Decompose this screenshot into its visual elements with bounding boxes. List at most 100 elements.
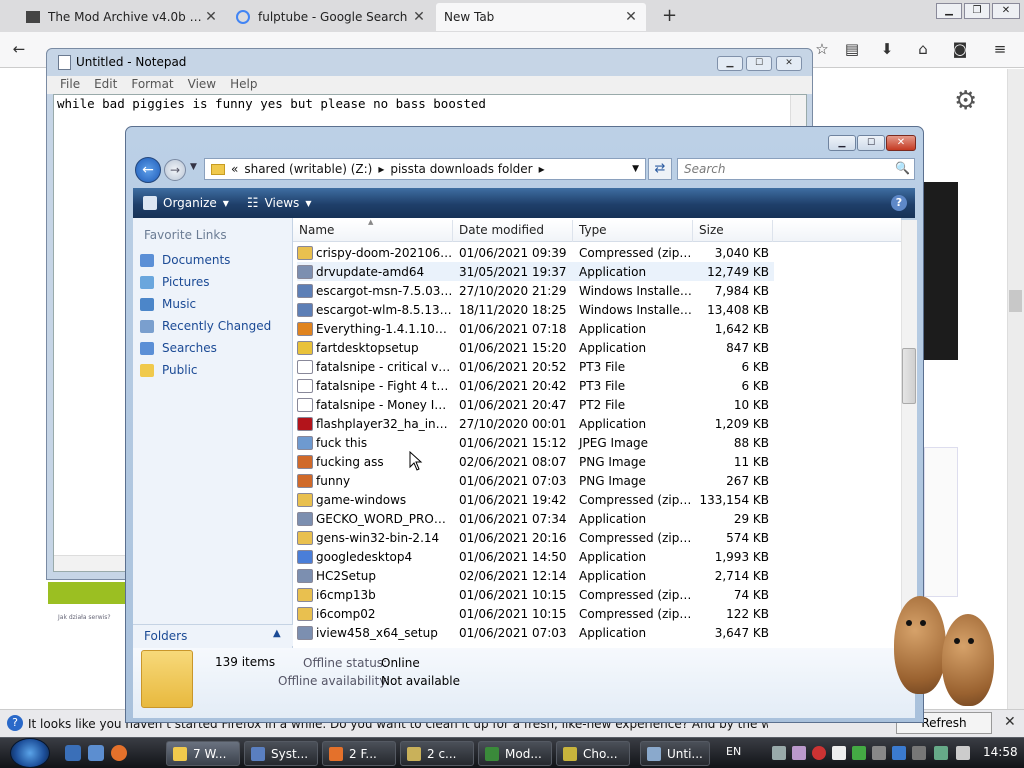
- table-row[interactable]: i6cmp13b 01/06/2021 10:15 Compressed (zipp…: [297, 585, 774, 604]
- taskbar-button[interactable]: Unti...: [640, 741, 710, 766]
- clock[interactable]: 14:58: [983, 745, 1018, 759]
- explorer-maximize-button[interactable]: ☐: [857, 135, 885, 151]
- breadcrumb-separator-icon[interactable]: ▸: [378, 162, 384, 176]
- forward-button[interactable]: →: [164, 159, 186, 181]
- menu-icon[interactable]: ≡: [990, 40, 1010, 60]
- table-row[interactable]: HC2Setup 02/06/2021 12:14 Application 2,714…: [297, 566, 774, 585]
- search-icon[interactable]: 🔍: [895, 161, 910, 175]
- table-row[interactable]: fuck this 01/06/2021 15:12 JPEG Image 88 KB: [297, 433, 774, 452]
- back-button[interactable]: ←: [135, 157, 161, 183]
- browser-scroll-thumb[interactable]: [1009, 290, 1022, 312]
- tray-chart-icon[interactable]: [832, 746, 846, 760]
- table-row[interactable]: escargot-msn-7.5.0324... 27/10/2020 21:29…: [297, 281, 774, 300]
- tray-display-icon[interactable]: [912, 746, 926, 760]
- tray-security-icon[interactable]: [852, 746, 866, 760]
- taskbar-button[interactable]: Syst...: [244, 741, 318, 766]
- column-header-size[interactable]: Size: [693, 220, 773, 242]
- tray-alert-icon[interactable]: [812, 746, 826, 760]
- table-row[interactable]: fucking ass 02/06/2021 08:07 PNG Image 11 K…: [297, 452, 774, 471]
- tray-network-status-icon[interactable]: [934, 746, 948, 760]
- taskbar-button[interactable]: 2 c...: [400, 741, 474, 766]
- nav-item-public[interactable]: Public: [140, 361, 198, 379]
- tray-monitor-icon[interactable]: [892, 746, 906, 760]
- column-header-type[interactable]: Type: [573, 220, 693, 242]
- address-bar[interactable]: « shared (writable) (Z:) ▸ pissta downlo…: [204, 158, 646, 180]
- search-input[interactable]: Search: [677, 158, 915, 180]
- tab-google-search[interactable]: fulptube - Google Search ✕: [228, 3, 434, 31]
- tray-sync-icon[interactable]: [872, 746, 886, 760]
- start-button[interactable]: [10, 738, 50, 768]
- nav-item-pictures[interactable]: Pictures: [140, 273, 210, 291]
- table-row[interactable]: drvupdate-amd64 31/05/2021 19:37 Applicati…: [297, 262, 774, 281]
- show-desktop-icon[interactable]: [65, 745, 81, 761]
- restore-button[interactable]: ❐: [964, 3, 990, 19]
- breadcrumb-overflow[interactable]: «: [231, 162, 238, 176]
- notepad-maximize-button[interactable]: ☐: [746, 56, 772, 71]
- tray-app-icon[interactable]: [792, 746, 806, 760]
- tray-network-icon[interactable]: [772, 746, 786, 760]
- firefox-icon[interactable]: [111, 745, 127, 761]
- close-icon[interactable]: ✕: [624, 9, 638, 25]
- back-icon[interactable]: ←: [9, 40, 29, 60]
- taskbar-button[interactable]: Mod...: [478, 741, 552, 766]
- menu-edit[interactable]: Edit: [87, 76, 124, 94]
- table-row[interactable]: Everything-1.4.1.1005.x... 01/06/2021 07:…: [297, 319, 774, 338]
- download-icon[interactable]: ⬇: [877, 40, 897, 60]
- table-row[interactable]: fatalsnipe - Fight 4 the ... 01/06/2021 2…: [297, 376, 774, 395]
- table-row[interactable]: flashplayer32_ha_install 27/10/2020 00:01…: [297, 414, 774, 433]
- folders-toggle[interactable]: Folders: [133, 624, 293, 646]
- menu-file[interactable]: File: [47, 76, 87, 94]
- table-row[interactable]: gens-win32-bin-2.14 01/06/2021 20:16 Compr…: [297, 528, 774, 547]
- language-indicator[interactable]: EN: [726, 745, 741, 758]
- taskbar-button[interactable]: 2 F...: [322, 741, 396, 766]
- table-row[interactable]: escargot-wlm-8.5.1302... 18/11/2020 18:25…: [297, 300, 774, 319]
- breadcrumb-separator-icon[interactable]: ▸: [539, 162, 545, 176]
- menu-view[interactable]: View: [181, 76, 223, 94]
- breadcrumb-folder[interactable]: pissta downloads folder: [390, 162, 532, 176]
- breadcrumb-drive[interactable]: shared (writable) (Z:): [244, 162, 372, 176]
- pocket-icon[interactable]: ◙: [950, 40, 970, 60]
- explorer-close-button[interactable]: ✕: [886, 135, 916, 151]
- file-list-scrollbar[interactable]: [901, 220, 917, 648]
- refresh-icon[interactable]: ⇄: [648, 158, 672, 180]
- table-row[interactable]: i6comp02 01/06/2021 10:15 Compressed (zipp…: [297, 604, 774, 623]
- close-icon[interactable]: ✕: [204, 9, 218, 25]
- tab-mod-archive[interactable]: The Mod Archive v4.0b - A... ✕: [18, 3, 226, 31]
- nav-item-documents[interactable]: Documents: [140, 251, 230, 269]
- notepad-close-button[interactable]: ✕: [776, 56, 802, 71]
- recent-pages-dropdown-icon[interactable]: ▼: [190, 162, 197, 172]
- new-tab-icon[interactable]: +: [662, 5, 677, 26]
- table-row[interactable]: fatalsnipe - Money Inv... 01/06/2021 20:4…: [297, 395, 774, 414]
- chevron-up-icon[interactable]: ▲: [273, 628, 281, 639]
- notepad-minimize-button[interactable]: ▁: [717, 56, 743, 71]
- table-row[interactable]: fartdesktopsetup 01/06/2021 15:20 Applicat…: [297, 338, 774, 357]
- table-row[interactable]: funny 01/06/2021 07:03 PNG Image 267 KB: [297, 471, 774, 490]
- views-button[interactable]: ☷ Views ▼: [247, 196, 312, 211]
- close-button[interactable]: ✕: [992, 3, 1020, 19]
- menu-help[interactable]: Help: [223, 76, 264, 94]
- gear-icon[interactable]: ⚙: [954, 86, 977, 116]
- switch-windows-icon[interactable]: [88, 745, 104, 761]
- table-row[interactable]: crispy-doom-20210601... 01/06/2021 09:39 C…: [297, 243, 774, 262]
- table-row[interactable]: fatalsnipe - critical vol... 01/06/2021 2…: [297, 357, 774, 376]
- table-row[interactable]: GECKO_WORD_PROCE... 01/06/2021 07:34 Appli…: [297, 509, 774, 528]
- tab-new-tab[interactable]: New Tab ✕: [436, 3, 646, 31]
- home-icon[interactable]: ⌂: [913, 40, 933, 60]
- nav-item-searches[interactable]: Searches: [140, 339, 217, 357]
- file-list-scroll-thumb[interactable]: [902, 348, 916, 404]
- bookmark-star-icon[interactable]: ☆: [812, 40, 832, 60]
- table-row[interactable]: googledesktop4 01/06/2021 14:50 Applicatio…: [297, 547, 774, 566]
- nav-item-music[interactable]: Music: [140, 295, 196, 313]
- table-row[interactable]: iview458_x64_setup 01/06/2021 07:03 Applic…: [297, 623, 774, 642]
- volume-icon[interactable]: [956, 746, 970, 760]
- table-row[interactable]: game-windows 01/06/2021 19:42 Compressed (…: [297, 490, 774, 509]
- minimize-button[interactable]: ▁: [936, 3, 962, 19]
- nav-item-recently-changed[interactable]: Recently Changed: [140, 317, 271, 335]
- address-dropdown-icon[interactable]: ▼: [632, 164, 639, 174]
- explorer-minimize-button[interactable]: ▁: [828, 135, 856, 151]
- column-header-date[interactable]: Date modified: [453, 220, 573, 242]
- taskbar-button[interactable]: Cho...: [556, 741, 630, 766]
- menu-format[interactable]: Format: [124, 76, 180, 94]
- help-icon[interactable]: ?: [891, 195, 907, 211]
- library-icon[interactable]: ▤: [842, 40, 862, 60]
